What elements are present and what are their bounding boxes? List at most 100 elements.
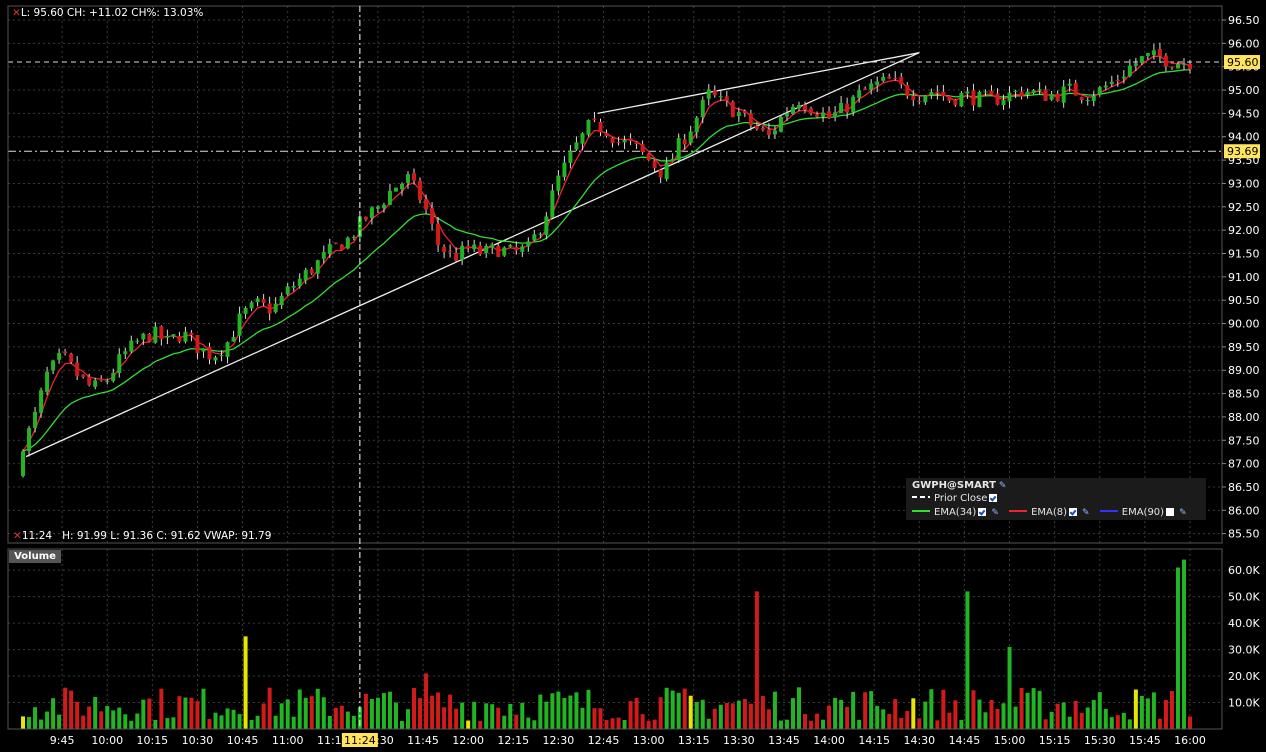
candle-body bbox=[1151, 50, 1156, 55]
volume-bar bbox=[959, 719, 964, 729]
candle-body bbox=[688, 131, 693, 144]
volume-bar bbox=[610, 718, 615, 729]
volume-bar bbox=[712, 708, 717, 729]
candle-body bbox=[165, 335, 170, 338]
summary-bar: ✕L: 95.60 CH: +11.02 CH%: 13.03% bbox=[12, 7, 203, 19]
candle-body bbox=[935, 91, 940, 94]
candle-body bbox=[375, 206, 380, 209]
close-icon[interactable]: ✕ bbox=[12, 7, 21, 19]
candle-body bbox=[243, 307, 248, 314]
volume-bar bbox=[478, 720, 483, 729]
wrench-icon[interactable]: ✎ bbox=[999, 481, 1007, 491]
candle-body bbox=[309, 269, 314, 274]
time-tick-label: 10:15 bbox=[136, 734, 168, 747]
volume-bar bbox=[1157, 718, 1162, 729]
candle-body bbox=[454, 252, 459, 262]
volume-bar bbox=[538, 694, 543, 729]
volume-bar bbox=[706, 718, 711, 729]
time-tick-label: 13:45 bbox=[768, 734, 800, 747]
price-tick-label: 93.00 bbox=[1228, 177, 1260, 190]
volume-bar bbox=[249, 719, 254, 729]
volume-bar bbox=[550, 693, 555, 729]
candle-body bbox=[893, 78, 898, 80]
candle-body bbox=[514, 247, 519, 251]
volume-bar bbox=[532, 720, 537, 729]
prior-close-checkbox[interactable] bbox=[989, 494, 998, 502]
candle-body bbox=[736, 112, 741, 116]
volume-bar bbox=[1085, 707, 1090, 729]
volume-bar bbox=[670, 690, 675, 729]
volume-bar bbox=[63, 687, 68, 729]
candle-body bbox=[1079, 97, 1084, 100]
volume-bar bbox=[442, 707, 447, 729]
candle-body bbox=[502, 247, 507, 256]
candle-body bbox=[839, 102, 844, 114]
candle-body bbox=[646, 153, 651, 161]
price-tick-label: 92.00 bbox=[1228, 224, 1260, 237]
volume-bar bbox=[688, 695, 693, 729]
volume-bar bbox=[39, 719, 44, 729]
candle-body bbox=[1169, 66, 1174, 68]
volume-bar bbox=[514, 714, 519, 729]
time-tick-label: 9:45 bbox=[50, 734, 75, 747]
candle-body bbox=[851, 96, 856, 113]
volume-bar bbox=[1019, 687, 1024, 729]
volume-bar bbox=[797, 687, 801, 729]
candle-body bbox=[959, 92, 964, 107]
price-volume-chart[interactable]: 96.5096.0095.5095.0094.5094.0093.5093.00… bbox=[0, 0, 1266, 752]
volume-bar bbox=[953, 700, 958, 729]
volume-bar bbox=[628, 701, 633, 729]
ema90-checkbox[interactable] bbox=[1166, 508, 1175, 516]
volume-bar bbox=[724, 702, 729, 729]
volume-bar bbox=[351, 715, 356, 729]
volume-bar bbox=[965, 591, 970, 729]
price-tick-label: 92.50 bbox=[1228, 201, 1260, 214]
candle-body bbox=[718, 96, 723, 98]
volume-bar bbox=[1001, 703, 1006, 729]
candle-body bbox=[923, 95, 928, 103]
volume-bar bbox=[1175, 567, 1180, 729]
candle-body bbox=[1073, 83, 1078, 96]
volume-bar bbox=[1055, 703, 1060, 729]
candle-body bbox=[1067, 83, 1072, 86]
candle-body bbox=[135, 340, 140, 342]
volume-bar bbox=[345, 711, 350, 729]
time-tick-label: 14:30 bbox=[903, 734, 935, 747]
ema8-swatch bbox=[1009, 510, 1028, 512]
candle-body bbox=[69, 353, 74, 362]
candle-body bbox=[1019, 91, 1024, 97]
volume-bar bbox=[556, 691, 561, 729]
wrench-icon[interactable]: ✎ bbox=[1082, 508, 1090, 518]
volume-tab[interactable]: Volume bbox=[9, 550, 61, 563]
candle-body bbox=[784, 113, 789, 117]
volume-bar bbox=[1103, 708, 1108, 729]
candle-body bbox=[1085, 100, 1090, 102]
volume-bar bbox=[69, 690, 74, 729]
crosshair-time-tag: 11:24 bbox=[344, 734, 376, 747]
ema34-checkbox[interactable] bbox=[978, 508, 987, 516]
time-tick-label: 13:00 bbox=[633, 734, 665, 747]
candle-body bbox=[345, 237, 350, 249]
wrench-icon[interactable]: ✎ bbox=[1179, 508, 1187, 518]
ema8-checkbox[interactable] bbox=[1069, 508, 1078, 516]
volume-bar bbox=[1013, 706, 1018, 729]
volume-bar bbox=[935, 720, 940, 729]
volume-bar bbox=[1109, 717, 1114, 729]
candle-body bbox=[803, 104, 808, 110]
volume-bar bbox=[237, 714, 242, 729]
candle-body bbox=[153, 326, 158, 343]
volume-bar bbox=[604, 720, 609, 729]
time-tick-label: 12:30 bbox=[543, 734, 575, 747]
level-price-tag: 93.69 bbox=[1227, 145, 1259, 158]
close-icon[interactable]: ✕ bbox=[13, 530, 22, 542]
candle-body bbox=[881, 76, 886, 81]
candle-body bbox=[39, 390, 44, 413]
volume-bar bbox=[105, 706, 110, 729]
candle-body bbox=[869, 83, 874, 90]
wrench-icon[interactable]: ✎ bbox=[991, 508, 999, 518]
candle-body bbox=[321, 251, 326, 259]
candle-body bbox=[297, 278, 302, 287]
volume-bar bbox=[99, 711, 104, 729]
volume-tick-label: 10.0K bbox=[1228, 697, 1260, 710]
volume-bar bbox=[1043, 719, 1048, 729]
